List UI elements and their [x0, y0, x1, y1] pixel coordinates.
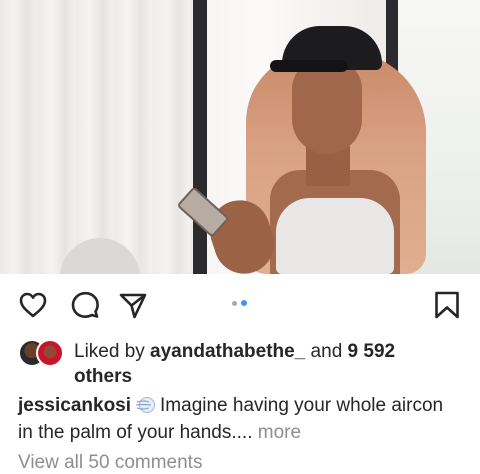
bookmark-outline-icon[interactable]	[432, 290, 462, 320]
liker-username[interactable]: ayandathabethe_	[150, 341, 305, 362]
liker-avatars	[18, 339, 66, 367]
heart-outline-icon[interactable]	[18, 290, 48, 320]
post-media[interactable]	[0, 0, 480, 274]
carousel-dot	[232, 301, 237, 306]
caption-text-continued: in the palm of your hands....	[18, 422, 253, 443]
person-top	[276, 198, 394, 274]
caption-line-2: in the palm of your hands.... more	[18, 419, 468, 446]
person-cap-brim	[270, 60, 348, 72]
wind-face-emoji-icon	[135, 395, 157, 413]
avatar[interactable]	[36, 339, 64, 367]
comment-bubble-icon[interactable]	[70, 290, 100, 320]
post-action-bar	[0, 282, 480, 326]
view-all-comments-link[interactable]: View all 50 comments	[18, 452, 202, 474]
paper-plane-icon[interactable]	[118, 290, 148, 320]
likes-others[interactable]: others	[74, 365, 132, 388]
curtain	[0, 0, 200, 274]
likes-prefix: Liked by	[74, 341, 151, 362]
caption-username[interactable]: jessicankosi	[18, 395, 131, 416]
caption-more-link[interactable]: more	[252, 422, 301, 443]
person-face	[292, 58, 362, 154]
post-caption: jessicankosi Imagine having your whole a…	[18, 392, 468, 446]
caption-line-1: jessicankosi Imagine having your whole a…	[18, 392, 468, 419]
carousel-indicator	[232, 300, 252, 308]
carousel-dot-active	[241, 300, 247, 306]
likes-middle: and	[305, 341, 348, 362]
likes-text: Liked by ayandathabethe_ and 9 592	[74, 340, 464, 363]
caption-text: Imagine having your whole aircon	[160, 395, 444, 416]
window-frame	[193, 0, 207, 274]
likes-count[interactable]: 9 592	[348, 341, 396, 362]
